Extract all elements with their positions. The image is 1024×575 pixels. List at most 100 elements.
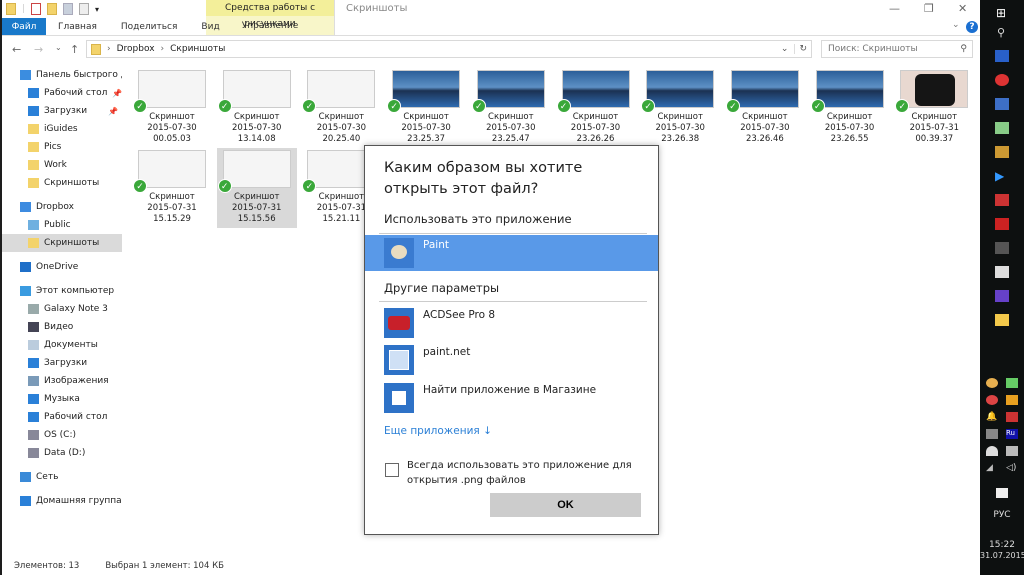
app-icon[interactable] <box>995 50 1009 62</box>
paste-icon[interactable] <box>79 3 90 15</box>
file-name-line: Скриншот <box>318 112 365 122</box>
app-icon[interactable] <box>995 146 1009 158</box>
action-center-icon[interactable] <box>996 488 1008 498</box>
file-item[interactable]: ✓ Скриншот 2015-07-31 00.39.37 <box>894 68 974 148</box>
start-button[interactable]: ⊞ <box>996 6 1006 20</box>
tray-icon[interactable] <box>986 429 998 439</box>
file-item[interactable]: ✓ Скриншот 2015-07-30 20.25.40 <box>301 68 381 148</box>
sidebar-item[interactable]: Этот компьютер <box>2 282 122 300</box>
maximize-button[interactable]: ❐ <box>924 2 934 15</box>
tray-icon[interactable] <box>986 378 998 388</box>
settings-app-icon[interactable] <box>995 290 1009 302</box>
bell-icon[interactable]: 🔔 <box>986 412 998 422</box>
sidebar-item[interactable]: Galaxy Note 3 <box>2 300 122 318</box>
always-use-checkbox[interactable] <box>385 463 399 477</box>
sidebar-item[interactable]: Скриншоты <box>2 234 122 252</box>
address-dropdown-icon[interactable]: ⌄ <box>781 44 789 54</box>
tray-icon[interactable] <box>986 395 998 405</box>
sidebar-item[interactable]: Рабочий стол 📌 <box>2 84 122 102</box>
forward-button[interactable]: → <box>34 43 43 56</box>
synced-check-icon: ✓ <box>302 99 317 113</box>
minimize-button[interactable]: — <box>889 2 900 15</box>
tray-icon[interactable] <box>1006 378 1018 388</box>
sidebar-item[interactable]: Сеть <box>2 468 122 486</box>
sidebar-item[interactable]: Data (D:) <box>2 444 122 462</box>
wifi-icon[interactable]: ◢ <box>986 463 998 473</box>
search-icon[interactable]: ⚲ <box>997 26 1005 39</box>
battery-icon[interactable] <box>1006 446 1018 456</box>
refresh-icon[interactable]: ↻ <box>794 44 811 54</box>
back-button[interactable]: ← <box>12 43 21 56</box>
sidebar-item[interactable]: Загрузки 📌 <box>2 102 122 120</box>
breadcrumb-dropbox[interactable]: Dropbox <box>117 44 155 54</box>
address-input[interactable]: › Dropbox › Скриншоты ⌄ ↻ <box>86 40 812 58</box>
search-input[interactable]: Поиск: Скриншоты ⚲ <box>821 40 973 58</box>
app-option-paint[interactable]: Paint <box>365 235 658 271</box>
close-button[interactable]: ✕ <box>958 2 967 15</box>
sidebar-item[interactable]: Work <box>2 156 122 174</box>
customize-dropdown-icon[interactable]: ▾ <box>95 5 99 14</box>
app-icon[interactable] <box>995 242 1009 254</box>
clock-time[interactable]: 15:22 <box>980 540 1024 550</box>
tab-file[interactable]: Файл <box>2 18 46 36</box>
file-item[interactable]: ✓ Скриншот 2015-07-30 23.26.38 <box>640 68 720 148</box>
file-item[interactable]: ✓ Скриншот 2015-07-30 23.26.26 <box>556 68 636 148</box>
properties-icon[interactable] <box>31 3 42 15</box>
file-item[interactable]: ✓ Скриншот 2015-07-31 15.15.29 <box>132 148 212 228</box>
expand-ribbon-icon[interactable]: ⌄ <box>952 20 960 30</box>
calculator-icon[interactable] <box>995 266 1009 278</box>
up-button[interactable]: ↑ <box>70 43 79 56</box>
file-item[interactable]: ✓ Скриншот 2015-07-30 23.25.37 <box>386 68 466 148</box>
file-item[interactable]: ✓ Скриншот 2015-07-30 13.14.08 <box>217 68 297 148</box>
language-indicator[interactable]: РУС <box>980 510 1024 520</box>
chrome-icon[interactable] <box>995 74 1009 86</box>
paint-app-icon[interactable] <box>995 98 1009 110</box>
sidebar-item[interactable]: OS (C:) <box>2 426 122 444</box>
app-option-acdsee[interactable]: ACDSee Pro 8 <box>365 305 658 341</box>
file-item[interactable]: ✓ Скриншот 2015-07-30 00.05.03 <box>132 68 212 148</box>
app-option-paintnet[interactable]: paint.net <box>365 342 658 378</box>
file-item[interactable]: ✓ Скриншот 2015-07-30 23.25.47 <box>471 68 551 148</box>
recent-locations-icon[interactable]: ⌄ <box>55 43 62 52</box>
help-icon[interactable]: ? <box>966 21 978 33</box>
sidebar-item[interactable]: Документы <box>2 336 122 354</box>
sidebar-item[interactable]: Домашняя группа <box>2 492 122 510</box>
tab-view[interactable]: Вид <box>189 18 231 36</box>
sidebar-item[interactable]: Загрузки <box>2 354 122 372</box>
sidebar-item[interactable]: Dropbox <box>2 198 122 216</box>
sidebar-item[interactable]: OneDrive <box>2 258 122 276</box>
onedrive-tray-icon[interactable] <box>986 446 998 456</box>
file-item[interactable]: ✓ Скриншот 2015-07-30 23.26.46 <box>725 68 805 148</box>
file-name-line: Скриншот <box>233 192 280 202</box>
file-item[interactable]: ✓ Скриншот 2015-07-31 15.15.56 <box>216 148 297 228</box>
download-app-icon[interactable] <box>995 218 1009 230</box>
tab-share[interactable]: Поделиться <box>109 18 190 36</box>
app-icon[interactable] <box>995 122 1009 134</box>
new-folder-icon[interactable] <box>47 3 58 15</box>
sidebar-item[interactable]: Панель быстрого доступа <box>2 66 122 84</box>
sidebar-item[interactable]: Музыка <box>2 390 122 408</box>
sidebar-item-label: Скриншоты <box>44 238 100 248</box>
sidebar-item[interactable]: Скриншоты <box>2 174 122 192</box>
undo-icon[interactable] <box>63 3 74 15</box>
punto-icon[interactable]: Ru <box>1006 429 1018 439</box>
sidebar-item[interactable]: iGuides <box>2 120 122 138</box>
clock-date[interactable]: 31.07.2015 <box>980 551 1024 560</box>
media-player-icon[interactable]: ▶ <box>995 170 1009 182</box>
ok-button[interactable]: OK <box>490 493 641 517</box>
sidebar-item[interactable]: Видео <box>2 318 122 336</box>
sidebar-item[interactable]: Public <box>2 216 122 234</box>
sidebar-item[interactable]: Изображения <box>2 372 122 390</box>
file-explorer-icon[interactable] <box>995 314 1009 326</box>
tray-icon[interactable] <box>1006 412 1018 422</box>
app-icon[interactable] <box>995 194 1009 206</box>
file-item[interactable]: ✓ Скриншот 2015-07-30 23.26.55 <box>810 68 890 148</box>
app-option-store[interactable]: Найти приложение в Магазине <box>365 380 658 416</box>
tab-home[interactable]: Главная <box>46 18 109 36</box>
breadcrumb-screenshots[interactable]: Скриншоты <box>170 44 225 54</box>
sidebar-item[interactable]: Рабочий стол <box>2 408 122 426</box>
more-apps-link[interactable]: Еще приложения ↓ <box>384 425 492 437</box>
volume-icon[interactable]: ◁) <box>1006 463 1018 473</box>
tray-icon[interactable] <box>1006 395 1018 405</box>
sidebar-item[interactable]: Pics <box>2 138 122 156</box>
